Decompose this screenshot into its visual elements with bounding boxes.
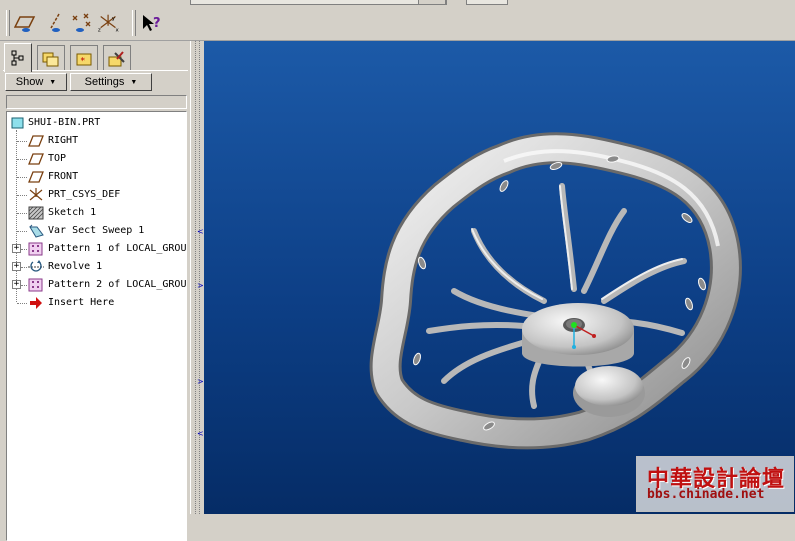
revolve-icon — [28, 260, 44, 272]
watermark-url: bbs.chinade.net — [647, 487, 765, 502]
pattern-icon — [28, 242, 43, 256]
part-icon — [11, 117, 24, 129]
datum-plane-icon — [28, 135, 44, 147]
collapse-left-icon[interactable]: < — [197, 227, 204, 236]
panel-splitter[interactable]: < > > < — [190, 41, 205, 514]
svg-text:x: x — [115, 27, 119, 33]
tree-item-label: FRONT — [48, 171, 79, 182]
tools-icon — [108, 50, 125, 66]
tree-item-label: Sketch 1 — [48, 207, 97, 218]
tree-item-revolve[interactable]: + Revolve 1 — [7, 258, 186, 276]
tree-item-label: Pattern 2 of LOCAL_GROU — [48, 279, 187, 290]
chevron-down-icon: ▼ — [130, 78, 138, 86]
folder-browser-tab[interactable] — [37, 45, 65, 71]
insert-arrow-icon — [30, 297, 42, 309]
tree-column-header — [6, 95, 187, 109]
top-strip-field — [190, 0, 447, 5]
collapse-left-icon[interactable]: < — [197, 429, 204, 438]
expand-right-icon[interactable]: > — [197, 281, 204, 290]
star-folder-icon: * — [76, 53, 92, 66]
forum-watermark: 中華設計論壇 bbs.chinade.net — [636, 456, 794, 512]
model-tree-tab[interactable] — [4, 43, 32, 72]
datum-display-toolbar: yzx ? — [0, 6, 795, 41]
navigator-panel: * Show ▼ Settings ▼ SHUI-BIN.PRT RIGHT T… — [0, 41, 190, 541]
folder-icon — [42, 52, 59, 66]
tree-item-csys[interactable]: PRT_CSYS_DEF — [7, 186, 186, 204]
toolbar-grip — [6, 10, 10, 36]
datum-plane-icon — [28, 171, 44, 183]
tree-item-insert-here[interactable]: Insert Here — [7, 294, 186, 312]
sketch-icon — [28, 206, 44, 220]
tree-root-label: SHUI-BIN.PRT — [28, 117, 101, 128]
datum-point-display-icon[interactable] — [70, 11, 94, 35]
toolbar-grip-2 — [132, 10, 136, 36]
coordinate-system-display-icon[interactable]: yzx — [97, 11, 121, 35]
svg-text:?: ? — [153, 16, 161, 31]
tree-item-sweep[interactable]: Var Sect Sweep 1 — [7, 222, 186, 240]
tree-item-label: Insert Here — [48, 297, 115, 308]
show-dropdown[interactable]: Show ▼ — [5, 73, 67, 91]
expand-icon[interactable]: + — [12, 262, 21, 271]
tree-item-sketch[interactable]: Sketch 1 — [7, 204, 186, 222]
model-tree-panel: Show ▼ Settings ▼ SHUI-BIN.PRT RIGHT TOP — [3, 70, 188, 541]
tree-item-label: Var Sect Sweep 1 — [48, 225, 145, 236]
expand-icon[interactable]: + — [12, 244, 21, 253]
tree-item-front[interactable]: FRONT — [7, 168, 186, 186]
tree-item-label: TOP — [48, 153, 67, 164]
tree-root[interactable]: SHUI-BIN.PRT — [7, 114, 186, 132]
datum-axis-display-icon[interactable] — [44, 11, 68, 35]
show-label: Show — [15, 76, 44, 88]
connections-tab[interactable] — [103, 45, 131, 71]
expand-right-icon[interactable]: > — [197, 377, 204, 386]
pattern-icon — [28, 278, 43, 292]
top-strip-field-2 — [466, 0, 508, 5]
tree-item-right[interactable]: RIGHT — [7, 132, 186, 150]
context-help-icon[interactable]: ? — [140, 11, 164, 35]
expand-icon[interactable]: + — [12, 280, 21, 289]
settings-dropdown[interactable]: Settings ▼ — [70, 73, 152, 91]
tree-item-pattern-2[interactable]: + Pattern 2 of LOCAL_GROU — [7, 276, 187, 294]
top-strip-button[interactable] — [418, 0, 446, 5]
datum-plane-icon — [28, 153, 44, 165]
handwheel-model — [369, 132, 742, 450]
model-tree: SHUI-BIN.PRT RIGHT TOP FRONT PRT_CSYS_DE… — [6, 111, 187, 541]
favorites-tab[interactable]: * — [70, 45, 98, 71]
sweep-icon — [29, 224, 44, 238]
tree-icon — [11, 50, 24, 66]
svg-text:*: * — [81, 56, 86, 66]
settings-label: Settings — [84, 76, 125, 88]
tree-item-label: PRT_CSYS_DEF — [48, 189, 121, 200]
tree-item-label: RIGHT — [48, 135, 79, 146]
tree-item-top[interactable]: TOP — [7, 150, 186, 168]
tree-item-label: Revolve 1 — [48, 261, 103, 272]
svg-text:z: z — [98, 27, 101, 33]
csys-icon — [29, 188, 43, 201]
datum-plane-display-icon[interactable] — [14, 11, 38, 35]
tree-item-pattern-1[interactable]: + Pattern 1 of LOCAL_GROU — [7, 240, 187, 258]
chevron-down-icon: ▼ — [49, 78, 57, 86]
graphics-viewport[interactable] — [204, 41, 795, 514]
tree-item-label: Pattern 1 of LOCAL_GROU — [48, 243, 187, 254]
